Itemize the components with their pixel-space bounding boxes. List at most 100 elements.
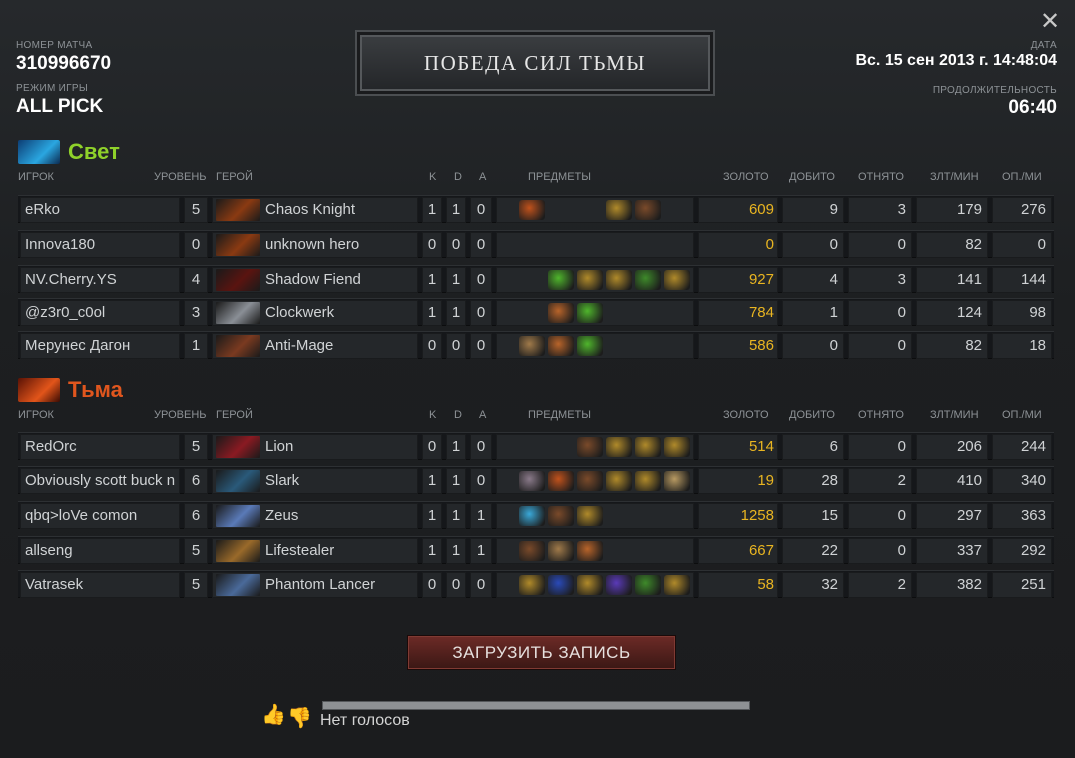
col-level: УРОВЕНЬ: [154, 171, 207, 183]
items-cell: [496, 197, 694, 223]
stout-shield-icon[interactable]: [548, 336, 574, 356]
quelling-blade-icon[interactable]: [635, 575, 661, 595]
gauntlets-icon[interactable]: [606, 200, 632, 220]
hero-name: Lion: [265, 438, 294, 455]
hero-cell[interactable]: Slark: [212, 468, 418, 494]
kills-value: 0: [422, 333, 442, 359]
boots-icon[interactable]: [577, 471, 603, 491]
hero-cell[interactable]: Chaos Knight: [212, 197, 418, 223]
col-kills: K: [429, 171, 437, 183]
quelling-blade-icon[interactable]: [548, 541, 574, 561]
hero-name: Lifestealer: [265, 542, 335, 559]
kills-value: 1: [422, 503, 442, 529]
player-name[interactable]: Мерунес Дагон: [20, 333, 180, 359]
duration-value: 06:40: [1008, 97, 1057, 118]
gauntlets-icon[interactable]: [635, 471, 661, 491]
player-level: 5: [184, 538, 208, 564]
tango-icon[interactable]: [548, 270, 574, 290]
download-replay-button[interactable]: ЗАГРУЗИТЬ ЗАПИСЬ: [408, 636, 675, 669]
boots-icon[interactable]: [635, 200, 661, 220]
stout-shield-icon[interactable]: [548, 303, 574, 323]
assists-value: 0: [470, 232, 492, 258]
quelling-blade-icon[interactable]: [635, 270, 661, 290]
scroll-icon[interactable]: [664, 471, 690, 491]
stout-shield-icon[interactable]: [577, 541, 603, 561]
quelling-blade-icon[interactable]: [519, 336, 545, 356]
xpm-value: 363: [992, 503, 1052, 529]
gauntlets-icon[interactable]: [577, 270, 603, 290]
player-row[interactable]: allseng 5 Lifestealer 1 1 1 667 22 0 337 292: [18, 536, 1054, 564]
clarity-icon[interactable]: [519, 506, 545, 526]
col-hero: ГЕРОЙ: [216, 409, 253, 421]
gpm-value: 297: [916, 503, 988, 529]
boots-icon[interactable]: [519, 541, 545, 561]
player-name[interactable]: Vatrasek: [20, 572, 180, 598]
player-row[interactable]: NV.Cherry.YS 4 Shadow Fiend 1 1 0 927 4 3 141 144: [18, 265, 1054, 293]
gold-value: 514: [698, 434, 778, 460]
col-denies: ОТНЯТО: [858, 409, 904, 421]
gauntlets-icon[interactable]: [664, 575, 690, 595]
items-cell: [496, 538, 694, 564]
player-row[interactable]: Obviously scott buck n 6 Slark 1 1 0 19 28 2 410 3…: [18, 466, 1054, 494]
gauntlets-icon[interactable]: [606, 270, 632, 290]
player-name[interactable]: @z3r0_c0ol: [20, 300, 180, 326]
player-row[interactable]: qbq>loVe comon 6 Zeus 1 1 1 1258 15 0 297 363: [18, 501, 1054, 529]
hero-cell[interactable]: Shadow Fiend: [212, 267, 418, 293]
player-row[interactable]: Innova180 0 unknown hero 0 0 0 0 0 0 82 0: [18, 230, 1054, 258]
assists-value: 0: [470, 333, 492, 359]
last-hits-value: 28: [782, 468, 844, 494]
player-name[interactable]: NV.Cherry.YS: [20, 267, 180, 293]
date-label: ДАТА: [1030, 40, 1057, 51]
gold-value: 1258: [698, 503, 778, 529]
player-row[interactable]: Vatrasek 5 Phantom Lancer 0 0 0 58 32 2 382 251: [18, 570, 1054, 598]
gauntlets-icon[interactable]: [606, 437, 632, 457]
hero-cell[interactable]: unknown hero: [212, 232, 418, 258]
player-name[interactable]: qbq>loVe comon: [20, 503, 180, 529]
last-hits-value: 22: [782, 538, 844, 564]
col-deaths: D: [454, 409, 462, 421]
gauntlets-icon[interactable]: [577, 506, 603, 526]
player-name[interactable]: Innova180: [20, 232, 180, 258]
tango-icon[interactable]: [577, 336, 603, 356]
gauntlets-icon[interactable]: [664, 437, 690, 457]
boots-icon[interactable]: [577, 437, 603, 457]
helm-of-iron-will-icon[interactable]: [519, 200, 545, 220]
hero-cell[interactable]: Anti-Mage: [212, 333, 418, 359]
hero-cell[interactable]: Lifestealer: [212, 538, 418, 564]
tango-icon[interactable]: [577, 303, 603, 323]
denies-value: 0: [848, 300, 912, 326]
gauntlets-icon[interactable]: [635, 437, 661, 457]
gauntlets-icon[interactable]: [519, 575, 545, 595]
player-row[interactable]: RedOrc 5 Lion 0 1 0 514 6 0 206 244: [18, 432, 1054, 460]
ring-icon[interactable]: [548, 575, 574, 595]
col-gold: ЗОЛОТО: [723, 409, 769, 421]
hero-cell[interactable]: Zeus: [212, 503, 418, 529]
hero-portrait-icon: [216, 302, 260, 324]
orb-icon[interactable]: [519, 471, 545, 491]
denies-value: 2: [848, 468, 912, 494]
boots-icon[interactable]: [548, 506, 574, 526]
player-row[interactable]: Мерунес Дагон 1 Anti-Mage 0 0 0 586 0 0 82 18: [18, 331, 1054, 359]
denies-value: 0: [848, 333, 912, 359]
xpm-value: 0: [992, 232, 1052, 258]
assists-value: 0: [470, 468, 492, 494]
hero-cell[interactable]: Phantom Lancer: [212, 572, 418, 598]
thumbs-up-icon[interactable]: 👍: [261, 702, 286, 728]
player-level: 4: [184, 267, 208, 293]
player-row[interactable]: @z3r0_c0ol 3 Clockwerk 1 1 0 784 1 0 124 98: [18, 298, 1054, 326]
hero-cell[interactable]: Clockwerk: [212, 300, 418, 326]
ring-icon[interactable]: [606, 575, 632, 595]
player-row[interactable]: eRko 5 Chaos Knight 1 1 0 609 9 3 179 276: [18, 195, 1054, 223]
gauntlets-icon[interactable]: [577, 575, 603, 595]
player-name[interactable]: allseng: [20, 538, 180, 564]
thumbs-down-icon[interactable]: 👍: [287, 704, 312, 730]
gauntlets-icon[interactable]: [606, 471, 632, 491]
close-icon[interactable]: ✕: [1039, 9, 1061, 33]
helm-of-iron-will-icon[interactable]: [548, 471, 574, 491]
gauntlets-icon[interactable]: [664, 270, 690, 290]
player-name[interactable]: eRko: [20, 197, 180, 223]
player-name[interactable]: RedOrc: [20, 434, 180, 460]
player-name[interactable]: Obviously scott buck n: [20, 468, 180, 494]
hero-cell[interactable]: Lion: [212, 434, 418, 460]
last-hits-value: 15: [782, 503, 844, 529]
